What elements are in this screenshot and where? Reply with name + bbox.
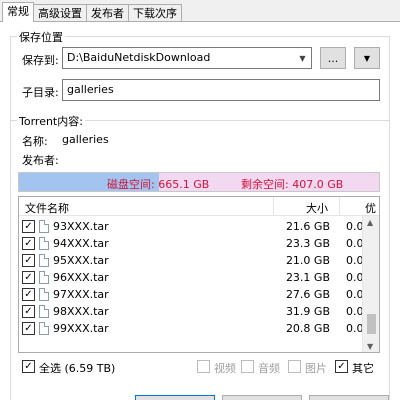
file-size: 23.1 GB — [285, 271, 330, 284]
file-icon — [39, 322, 49, 335]
tab-download-order[interactable]: 下载次序 — [128, 4, 182, 22]
save-location-title: 保存位置 — [17, 29, 65, 45]
file-name: 97XXX.tar — [53, 288, 109, 301]
audio-label: 音频 — [258, 362, 280, 375]
ok-button[interactable] — [135, 395, 215, 400]
apply-button[interactable] — [309, 395, 389, 400]
tab-general[interactable]: 常规 — [2, 2, 34, 22]
file-list-scrollbar[interactable]: ▲ ▼ — [362, 216, 379, 352]
image-label: 图片 — [305, 362, 327, 375]
save-to-value: D:\BaiduNetdiskDownload — [67, 51, 211, 64]
file-size: 21.0 GB — [285, 254, 330, 267]
tab-publisher[interactable]: 发布者 — [86, 4, 129, 22]
column-header-size[interactable]: 大小 — [306, 200, 328, 216]
file-size: 27.6 GB — [285, 288, 330, 301]
dropdown-arrow-icon: ▼ — [363, 53, 371, 63]
file-checkbox[interactable]: ✓ — [22, 271, 35, 284]
video-label: 视频 — [214, 362, 236, 375]
file-name: 98XXX.tar — [53, 305, 109, 318]
column-header-name[interactable]: 文件名称 — [25, 200, 69, 216]
file-name: 99XXX.tar — [53, 322, 109, 335]
file-checkbox[interactable]: ✓ — [22, 237, 35, 250]
file-name: 93XXX.tar — [53, 220, 109, 233]
file-checkbox[interactable]: ✓ — [22, 254, 35, 267]
file-list[interactable]: 文件名称 大小 优 ✓ 93XXX.tar 21.6 GB 0.09 ✓ 94X… — [18, 196, 380, 353]
browse-button[interactable]: ... — [320, 47, 346, 69]
torrent-name-value: galleries — [62, 133, 109, 146]
subdir-label: 子目录: — [22, 86, 59, 99]
column-header-priority[interactable]: 优 — [365, 200, 376, 216]
video-check[interactable] — [197, 360, 210, 373]
scroll-up-icon[interactable]: ▲ — [367, 218, 373, 227]
select-all-label: 全选 (6.59 TB) — [39, 362, 116, 375]
tab-panel: 保存位置 保存到: D:\BaiduNetdiskDownload ▼ ... … — [0, 21, 400, 400]
other-label: 其它 — [352, 362, 374, 375]
file-row[interactable]: ✓ 93XXX.tar 21.6 GB 0.09 — [19, 219, 371, 235]
save-to-label: 保存到: — [22, 54, 59, 67]
file-size: 31.9 GB — [285, 305, 330, 318]
column-separator[interactable] — [273, 197, 274, 215]
tab-advanced[interactable]: 高级设置 — [33, 4, 87, 22]
file-size: 20.8 GB — [285, 322, 330, 335]
select-all-check[interactable]: ✓ — [22, 360, 35, 373]
file-icon — [39, 254, 49, 267]
column-separator[interactable] — [339, 197, 340, 215]
image-check[interactable] — [288, 360, 301, 373]
file-checkbox[interactable]: ✓ — [22, 305, 35, 318]
torrent-content-title: Torrent内容: — [17, 113, 85, 129]
save-to-combobox[interactable]: D:\BaiduNetdiskDownload ▼ — [62, 47, 312, 69]
file-row[interactable]: ✓ 98XXX.tar 31.9 GB 0.09 — [19, 304, 371, 320]
audio-check[interactable] — [241, 360, 254, 373]
file-row[interactable]: ✓ 97XXX.tar 27.6 GB 0.09 — [19, 287, 371, 303]
file-checkbox[interactable]: ✓ — [22, 322, 35, 335]
chevron-down-icon[interactable]: ▼ — [294, 48, 311, 68]
other-check[interactable]: ✓ — [335, 360, 348, 373]
file-name: 96XXX.tar — [53, 271, 109, 284]
file-size: 21.6 GB — [285, 220, 330, 233]
file-icon — [39, 305, 49, 318]
tab-bar: 常规 高级设置 发布者 下载次序 — [2, 2, 182, 22]
publisher-label: 发布者: — [22, 154, 59, 167]
save-options-button[interactable]: ▼ — [354, 47, 380, 69]
file-icon — [39, 271, 49, 284]
file-list-header: 文件名称 大小 优 — [19, 197, 379, 216]
file-row[interactable]: ✓ 99XXX.tar 20.8 GB 0.09 — [19, 321, 371, 337]
subdir-input[interactable]: galleries — [62, 79, 380, 101]
file-checkbox[interactable]: ✓ — [22, 288, 35, 301]
file-size: 23.3 GB — [285, 237, 330, 250]
file-icon — [39, 288, 49, 301]
disk-space-text: 磁盘空间: 665.1 GB — [107, 178, 210, 191]
file-icon — [39, 237, 49, 250]
torrent-name-label: 名称: — [22, 135, 48, 148]
file-name: 95XXX.tar — [53, 254, 109, 267]
file-row[interactable]: ✓ 95XXX.tar 21.0 GB 0.09 — [19, 253, 371, 269]
remaining-space-text: 剩余空间: 407.0 GB — [241, 178, 344, 191]
scroll-thumb[interactable] — [367, 314, 376, 334]
file-row[interactable]: ✓ 96XXX.tar 23.1 GB 0.09 — [19, 270, 371, 286]
disk-space-bar: 磁盘空间: 665.1 GB 剩余空间: 407.0 GB — [18, 172, 380, 192]
scroll-down-icon[interactable]: ▼ — [367, 342, 373, 351]
file-checkbox[interactable]: ✓ — [22, 220, 35, 233]
subdir-value: galleries — [67, 83, 114, 96]
file-row[interactable]: ✓ 94XXX.tar 23.3 GB 0.09 — [19, 236, 371, 252]
cancel-button[interactable] — [222, 395, 302, 400]
file-icon — [39, 220, 49, 233]
file-name: 94XXX.tar — [53, 237, 109, 250]
